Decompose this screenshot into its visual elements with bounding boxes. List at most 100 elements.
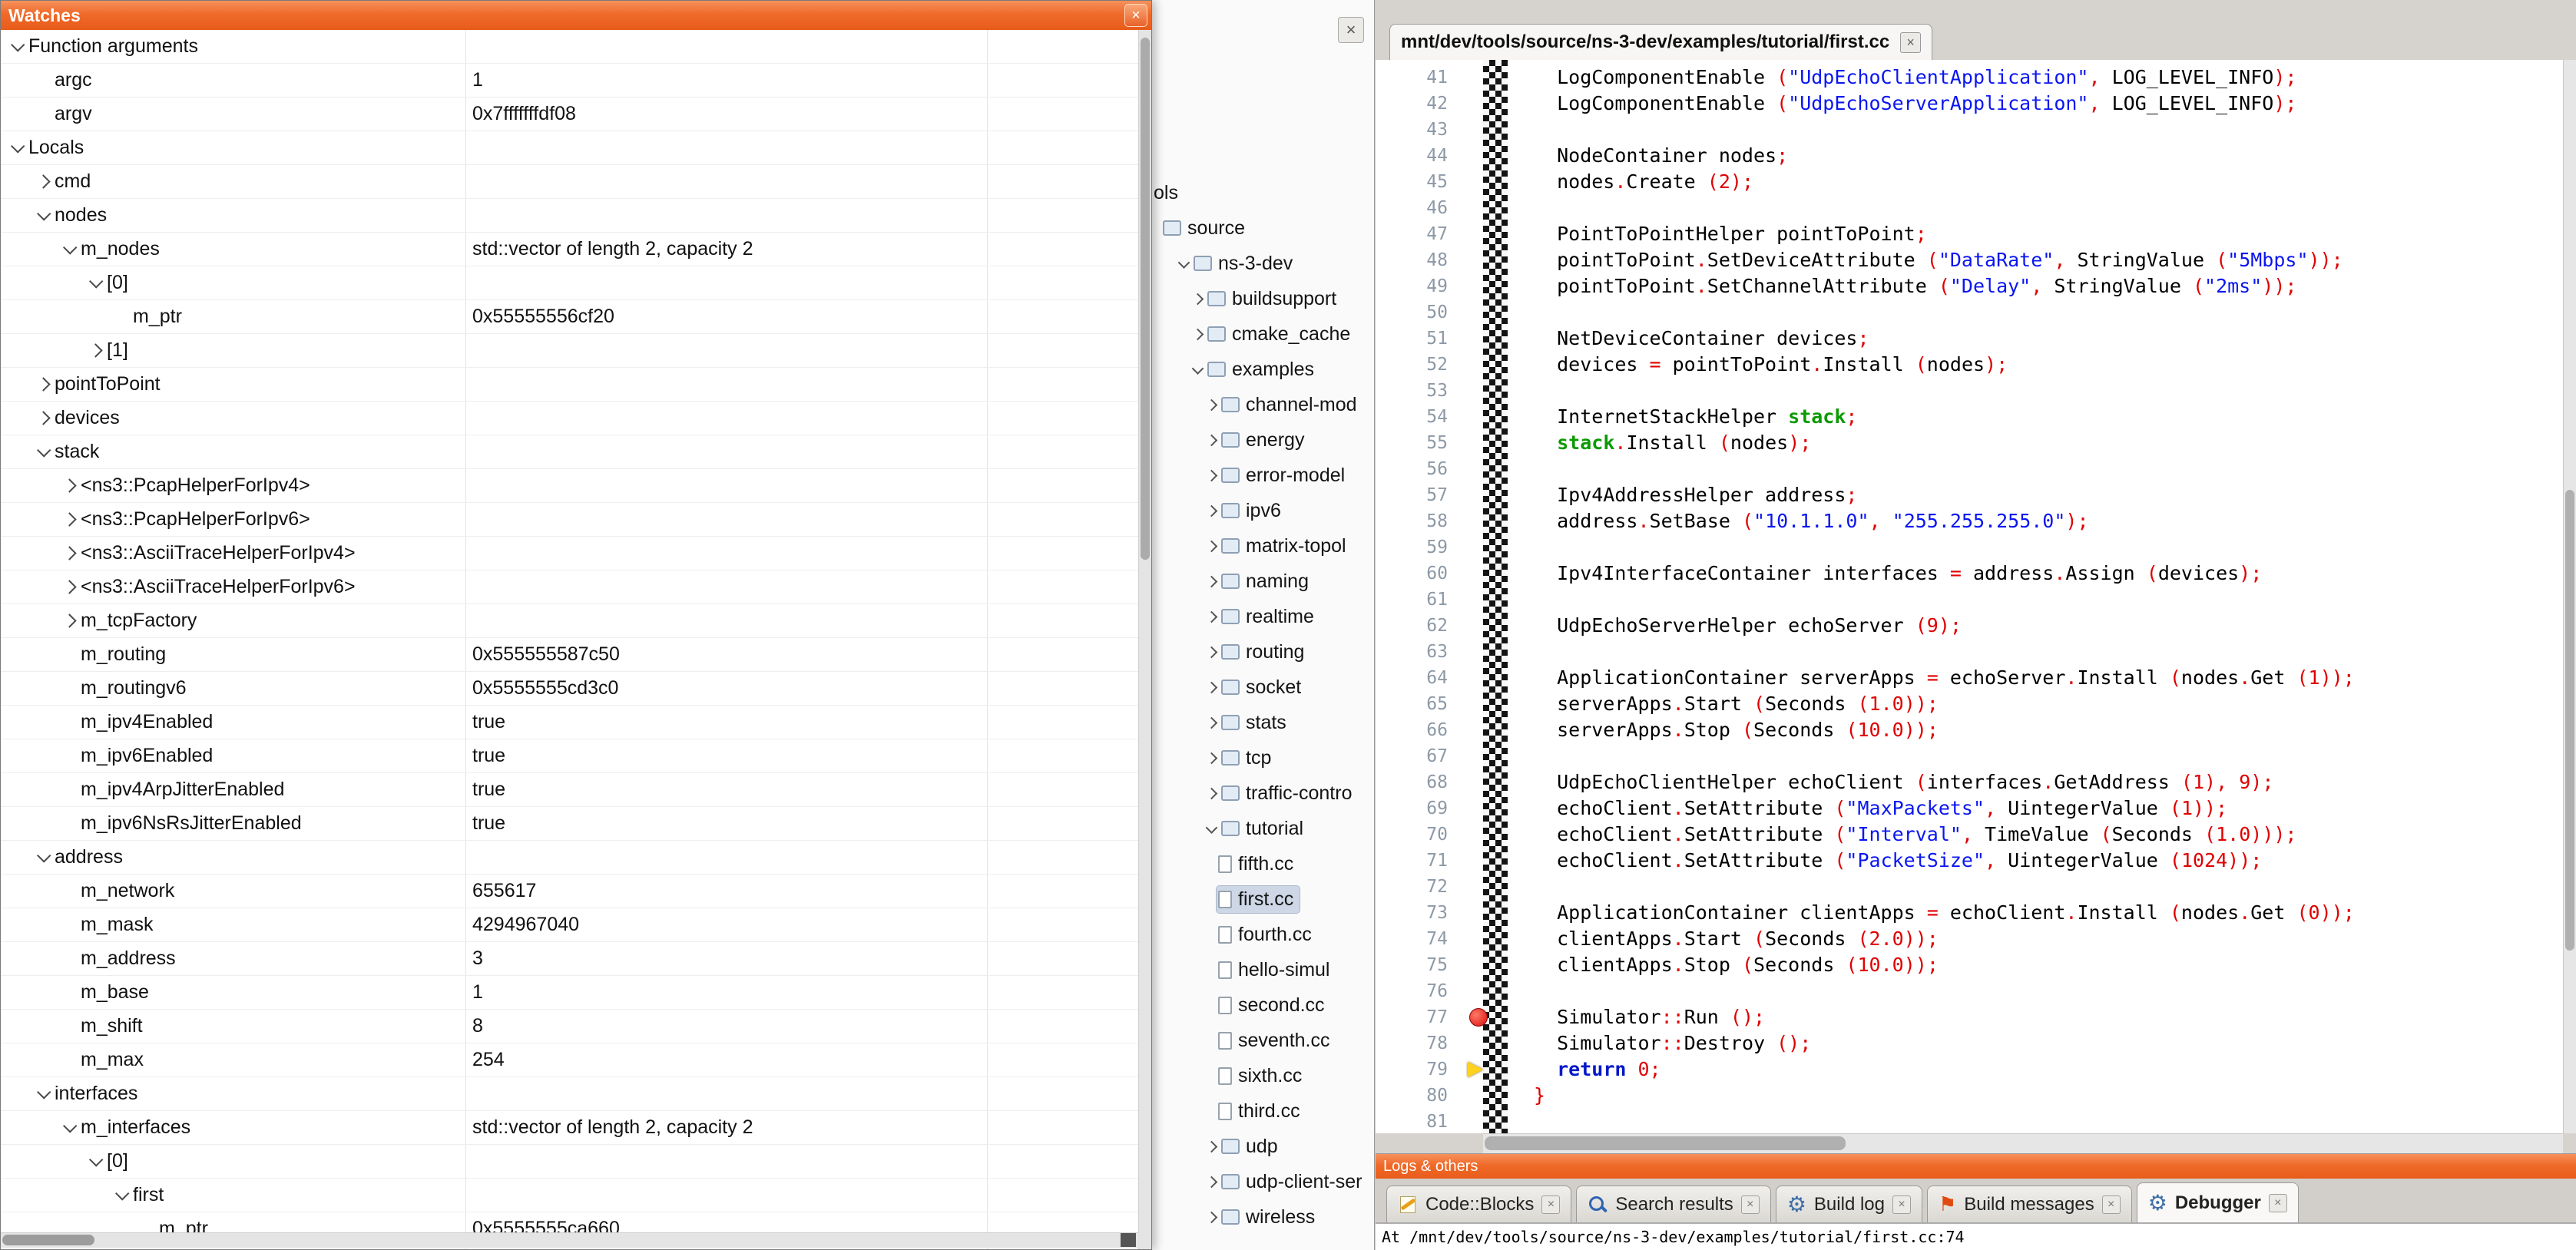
watch-value[interactable]: 0x5555555cd3c0 [472,677,618,699]
collapse-icon[interactable] [31,210,55,220]
logs-tab-debugger[interactable]: ⚙Debugger× [2137,1182,2299,1222]
logs-tab-search-results[interactable]: Search results× [1576,1186,1770,1222]
watch-value[interactable]: 0x555555587c50 [472,643,620,666]
watch-row[interactable]: [1] [1,334,1139,368]
line-number[interactable]: 52 [1376,355,1460,375]
tree-item-second-cc[interactable]: second.cc [1152,987,1374,1023]
line-number[interactable]: 76 [1376,981,1460,1001]
watch-row[interactable]: m_address3 [1,942,1139,976]
watch-row[interactable]: first [1,1179,1139,1212]
watch-value[interactable]: 0x7fffffffdf08 [472,103,576,125]
line-number[interactable]: 55 [1376,433,1460,453]
tree-item-routing[interactable]: routing [1152,634,1374,670]
collapse-icon[interactable] [31,852,55,862]
code-text[interactable]: ApplicationContainer serverApps = echoSe… [1508,665,2355,691]
expand-icon[interactable] [31,379,55,389]
tree-item-source[interactable]: source [1152,210,1374,246]
line-number[interactable]: 80 [1376,1086,1460,1106]
code-text[interactable]: Simulator::Destroy (); [1508,1030,1811,1057]
scrollbar-thumb[interactable] [1485,1136,1846,1150]
line-number[interactable]: 53 [1376,381,1460,401]
code-text[interactable]: pointToPoint.SetChannelAttribute ("Delay… [1508,273,2296,299]
watch-row[interactable]: m_base1 [1,976,1139,1010]
line-number[interactable]: 63 [1376,642,1460,662]
watch-row[interactable]: m_ipv6NsRsJitterEnabledtrue [1,807,1139,841]
line-number[interactable]: 51 [1376,329,1460,349]
tree-item-seventh-cc[interactable]: seventh.cc [1152,1023,1374,1058]
watches-close-button[interactable]: × [1124,4,1147,27]
breakpoint-marker[interactable] [1460,1004,1483,1030]
line-number[interactable]: 67 [1376,746,1460,766]
line-number[interactable]: 58 [1376,511,1460,531]
code-text[interactable]: } [1508,1083,1545,1109]
line-number[interactable]: 60 [1376,564,1460,584]
line-number[interactable]: 41 [1376,68,1460,88]
line-number[interactable]: 57 [1376,485,1460,505]
watch-row[interactable]: <ns3::AsciiTraceHelperForIpv4> [1,537,1139,570]
code-text[interactable]: nodes.Create (2); [1508,169,1753,195]
tree-item-ols[interactable]: ols [1152,175,1374,210]
code-text[interactable]: serverApps.Stop (Seconds (10.0)); [1508,717,1939,743]
tree-item-cmake-cache[interactable]: cmake_cache [1152,316,1374,352]
scrollbar-thumb[interactable] [1141,38,1150,560]
tree-item-fifth-cc[interactable]: fifth.cc [1152,846,1374,881]
tree-item-sixth-cc[interactable]: sixth.cc [1152,1058,1374,1093]
line-number[interactable]: 66 [1376,720,1460,740]
tree-item-udp[interactable]: udp [1152,1129,1374,1164]
expand-icon[interactable] [1203,719,1220,727]
watch-row[interactable]: m_routingv60x5555555cd3c0 [1,672,1139,706]
line-number[interactable]: 65 [1376,694,1460,714]
line-number[interactable]: 69 [1376,799,1460,818]
expand-icon[interactable] [1203,1178,1220,1186]
code-text[interactable]: InternetStackHelper stack; [1508,404,1857,430]
watch-row[interactable]: Function arguments [1,30,1139,64]
expand-icon[interactable] [58,582,81,592]
watch-value[interactable]: 655617 [472,880,536,902]
line-number[interactable]: 74 [1376,929,1460,949]
expand-icon[interactable] [31,177,55,187]
editor-horizontal-scrollbar[interactable] [1483,1133,2563,1153]
tree-item-tutorial[interactable]: tutorial [1152,811,1374,846]
tree-item-first-cc[interactable]: first.cc [1152,881,1374,917]
expand-icon[interactable] [1203,1213,1220,1222]
tree-item-traffic-contro[interactable]: traffic-contro [1152,775,1374,811]
tree-item-buildsupport[interactable]: buildsupport [1152,281,1374,316]
watch-row[interactable]: [0] [1,1145,1139,1179]
expand-icon[interactable] [1203,542,1220,551]
watch-row[interactable]: m_mask4294967040 [1,908,1139,942]
collapse-icon[interactable] [1189,365,1206,374]
expand-icon[interactable] [1203,471,1220,480]
code-text[interactable]: ApplicationContainer clientApps = echoCl… [1508,900,2355,926]
watch-row[interactable]: nodes [1,199,1139,233]
watch-value[interactable]: true [472,745,505,767]
code-text[interactable]: pointToPoint.SetDeviceAttribute ("DataRa… [1508,247,2343,273]
tree-item-channel-mod[interactable]: channel-mod [1152,387,1374,422]
watches-horizontal-scrollbar[interactable] [1,1232,1139,1248]
line-number[interactable]: 61 [1376,590,1460,610]
watch-value[interactable]: 8 [472,1015,483,1037]
line-number[interactable]: 50 [1376,303,1460,322]
tree-item-socket[interactable]: socket [1152,670,1374,705]
watches-titlebar[interactable]: Watches × [1,1,1151,30]
tree-item-tcp[interactable]: tcp [1152,740,1374,775]
collapse-icon[interactable] [5,41,28,51]
collapse-icon[interactable] [1203,825,1220,833]
collapse-icon[interactable] [31,1089,55,1099]
watch-value[interactable]: 1 [472,981,483,1004]
tree-item-matrix-topol[interactable]: matrix-topol [1152,528,1374,564]
watch-value[interactable]: true [472,711,505,733]
watch-value[interactable]: 3 [472,947,483,970]
line-number[interactable]: 43 [1376,120,1460,140]
expand-icon[interactable] [84,346,107,355]
tree-item-ipv6[interactable]: ipv6 [1152,493,1374,528]
watch-row[interactable]: argv0x7fffffffdf08 [1,98,1139,131]
line-number[interactable]: 78 [1376,1033,1460,1053]
watch-row[interactable]: [0] [1,266,1139,300]
watch-row[interactable]: m_max254 [1,1043,1139,1077]
code-text[interactable]: NetDeviceContainer devices; [1508,326,1869,352]
line-number[interactable]: 64 [1376,668,1460,688]
watch-row[interactable]: m_network655617 [1,875,1139,908]
expand-icon[interactable] [1203,507,1220,515]
expand-icon[interactable] [1203,436,1220,445]
line-number[interactable]: 56 [1376,459,1460,479]
